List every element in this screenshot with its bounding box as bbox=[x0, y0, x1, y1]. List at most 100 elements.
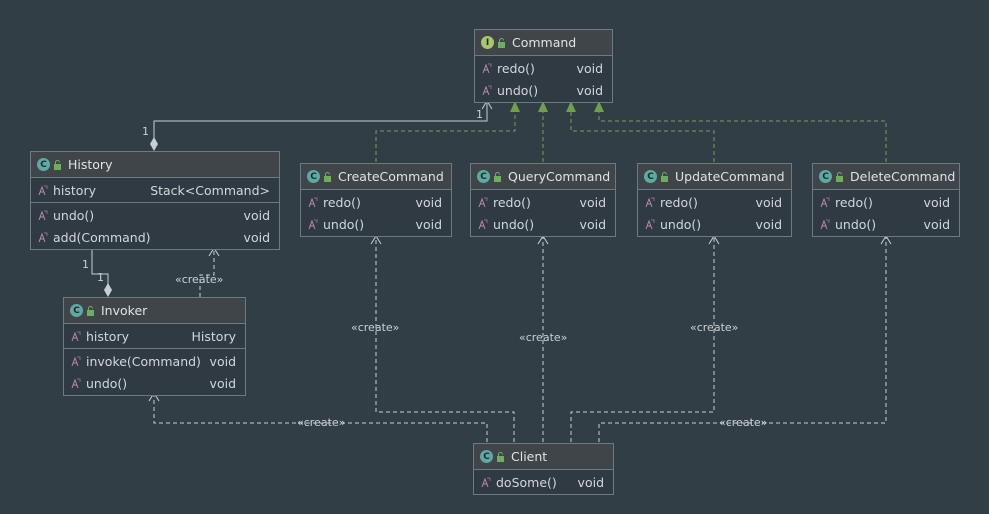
field-row[interactable]: history History bbox=[64, 325, 245, 347]
class-name: History bbox=[68, 157, 113, 172]
methods-section: redo() void undo() void bbox=[813, 190, 959, 236]
class-name: Command bbox=[512, 35, 577, 50]
methods-section: redo() void undo() void bbox=[475, 56, 612, 102]
method-row[interactable]: undo() void bbox=[31, 204, 279, 226]
class-icon: C bbox=[819, 170, 832, 183]
class-icon: C bbox=[480, 450, 493, 463]
field-icon bbox=[71, 331, 81, 342]
public-lock-icon bbox=[661, 171, 668, 182]
edge-deletecommand-realizes-command bbox=[598, 112, 887, 162]
class-updatecommand[interactable]: C UpdateCommand redo() void undo() void bbox=[637, 163, 792, 237]
public-lock-icon bbox=[54, 159, 61, 170]
class-history[interactable]: C History history Stack<Command> undo() vo… bbox=[30, 151, 280, 250]
method-name: undo() bbox=[660, 216, 702, 232]
class-header: I Command bbox=[475, 30, 612, 56]
realization-edges bbox=[375, 112, 887, 162]
class-client[interactable]: C Client doSome() void bbox=[473, 443, 614, 495]
method-icon bbox=[820, 197, 830, 208]
field-name: history bbox=[53, 182, 96, 198]
method-name: redo() bbox=[660, 194, 698, 210]
method-name: invoke(Command) bbox=[86, 353, 201, 369]
create-label-deletecommand: «create» bbox=[719, 416, 768, 429]
class-header: C Client bbox=[474, 444, 613, 470]
class-invoker[interactable]: C Invoker history History invoke(Command)… bbox=[63, 297, 246, 396]
method-row[interactable]: redo() void bbox=[475, 57, 612, 79]
method-icon bbox=[38, 232, 48, 243]
method-type: void bbox=[243, 207, 270, 223]
method-icon bbox=[820, 219, 830, 230]
method-row[interactable]: invoke(Command) void bbox=[64, 350, 245, 372]
edge-client-create-updatecommand bbox=[570, 236, 715, 442]
method-row[interactable]: undo() void bbox=[64, 372, 245, 394]
method-type: void bbox=[209, 353, 236, 369]
create-label-invoker: «create» bbox=[297, 416, 346, 429]
method-name: doSome() bbox=[496, 474, 557, 490]
class-header: C DeleteCommand bbox=[813, 164, 959, 190]
class-name: DeleteCommand bbox=[850, 169, 956, 184]
method-icon bbox=[645, 219, 655, 230]
method-icon bbox=[71, 378, 81, 389]
edge-updatecommand-realizes-command bbox=[570, 112, 715, 162]
method-icon bbox=[478, 219, 488, 230]
method-icon bbox=[71, 356, 81, 367]
method-row[interactable]: add(Command) void bbox=[31, 226, 279, 248]
class-header: C QueryCommand bbox=[471, 164, 615, 190]
method-row[interactable]: redo() void bbox=[301, 191, 451, 213]
method-type: void bbox=[576, 82, 603, 98]
method-type: void bbox=[209, 375, 236, 391]
method-row[interactable]: undo() void bbox=[301, 213, 451, 235]
method-row[interactable]: redo() void bbox=[638, 191, 791, 213]
method-row[interactable]: undo() void bbox=[471, 213, 615, 235]
method-icon bbox=[308, 219, 318, 230]
method-type: void bbox=[415, 194, 442, 210]
method-icon bbox=[478, 197, 488, 208]
method-row[interactable]: doSome() void bbox=[474, 471, 613, 493]
class-header: C CreateCommand bbox=[301, 164, 451, 190]
class-header: C Invoker bbox=[64, 298, 245, 324]
methods-section: redo() void undo() void bbox=[301, 190, 451, 236]
method-icon bbox=[645, 197, 655, 208]
method-name: redo() bbox=[835, 194, 873, 210]
method-name: undo() bbox=[323, 216, 365, 232]
method-name: redo() bbox=[493, 194, 531, 210]
class-deletecommand[interactable]: C DeleteCommand redo() void undo() void bbox=[812, 163, 960, 237]
multiplicity-history-invoker: 1 bbox=[82, 258, 89, 271]
method-name: undo() bbox=[53, 207, 95, 223]
method-row[interactable]: undo() void bbox=[475, 79, 612, 101]
class-icon: C bbox=[477, 170, 490, 183]
create-label-querycommand: «create» bbox=[519, 331, 568, 344]
method-icon bbox=[481, 477, 491, 488]
method-row[interactable]: redo() void bbox=[471, 191, 615, 213]
class-querycommand[interactable]: C QueryCommand redo() void undo() void bbox=[470, 163, 616, 237]
method-name: redo() bbox=[323, 194, 361, 210]
method-name: undo() bbox=[493, 216, 535, 232]
method-name: undo() bbox=[835, 216, 877, 232]
class-header: C UpdateCommand bbox=[638, 164, 791, 190]
method-type: void bbox=[755, 194, 782, 210]
method-row[interactable]: redo() void bbox=[813, 191, 959, 213]
multiplicity-invoker-history: 1 bbox=[97, 271, 104, 284]
multiplicity-command-history: 1 bbox=[476, 108, 483, 121]
class-name: CreateCommand bbox=[338, 169, 444, 184]
class-createcommand[interactable]: C CreateCommand redo() void undo() void bbox=[300, 163, 452, 237]
edge-client-create-deletecommand bbox=[598, 236, 887, 442]
class-header: C History bbox=[31, 152, 279, 178]
methods-section: doSome() void bbox=[474, 470, 613, 494]
interface-icon: I bbox=[481, 36, 494, 49]
method-name: undo() bbox=[86, 375, 128, 391]
field-type: Stack<Command> bbox=[150, 182, 270, 198]
method-icon bbox=[38, 210, 48, 221]
methods-section: redo() void undo() void bbox=[638, 190, 791, 236]
method-type: void bbox=[415, 216, 442, 232]
class-icon: C bbox=[37, 158, 50, 171]
method-type: void bbox=[755, 216, 782, 232]
method-row[interactable]: undo() void bbox=[813, 213, 959, 235]
edge-client-create-createcommand bbox=[375, 236, 515, 442]
class-icon: C bbox=[307, 170, 320, 183]
method-row[interactable]: undo() void bbox=[638, 213, 791, 235]
create-label-createcommand: «create» bbox=[351, 321, 400, 334]
class-command[interactable]: I Command redo() void undo() void bbox=[474, 29, 613, 103]
class-name: UpdateCommand bbox=[675, 169, 785, 184]
field-type: History bbox=[191, 328, 236, 344]
field-row[interactable]: history Stack<Command> bbox=[31, 179, 279, 201]
